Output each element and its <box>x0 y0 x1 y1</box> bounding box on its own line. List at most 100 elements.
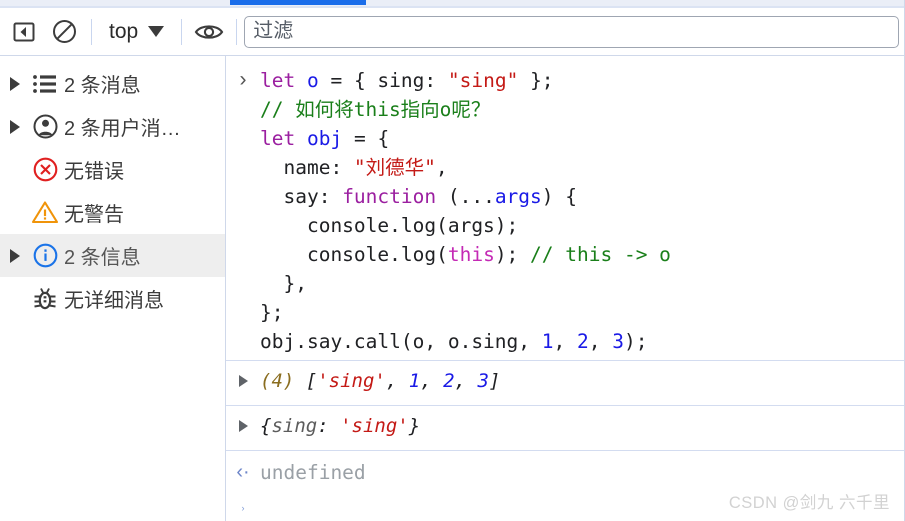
console-body: 2 条消息 2 条用户消… 无错误 无警告 2 条信息 无详细消息 › let … <box>0 56 904 521</box>
code-line: }, <box>260 269 904 298</box>
bug-icon <box>26 286 64 312</box>
return-chevron-gutter: ‹· <box>226 460 260 482</box>
sidebar-item-label: 无详细消息 <box>64 290 164 312</box>
result-token: : <box>317 415 341 437</box>
code-token: say: <box>260 185 343 208</box>
result-token: [ <box>305 370 318 392</box>
sidebar-item-label: 2 条用户消… <box>64 118 181 140</box>
triangle-right-icon <box>10 248 20 263</box>
sidebar-item-verbose[interactable]: 无详细消息 <box>0 277 225 320</box>
source-code: let o = { sing: "sing" }; // 如何将this指向o呢？… <box>260 66 904 356</box>
result-token: 'sing' <box>340 415 409 437</box>
code-line: say: function (...args) { <box>260 182 904 211</box>
console-message-list: › let o = { sing: "sing" }; // 如何将this指向o… <box>226 56 904 521</box>
expand-twisty[interactable] <box>4 76 26 91</box>
result-expand-gutter[interactable] <box>226 368 260 387</box>
triangle-right-icon <box>10 76 20 91</box>
return-chevron-icon: ‹· <box>236 461 250 483</box>
list-icon <box>26 73 64 95</box>
sidebar-toggle-icon <box>13 22 35 41</box>
sidebar-item-messages[interactable]: 2 条消息 <box>0 62 225 105</box>
result-token: } <box>408 415 421 437</box>
result-token: , <box>385 370 409 392</box>
code-token: obj <box>306 127 343 150</box>
active-tab-indicator <box>230 0 366 5</box>
code-token: 3 <box>612 330 624 353</box>
sidebar-item-label: 无错误 <box>64 161 124 183</box>
code-line: let obj = { <box>260 124 904 153</box>
return-value: undefined <box>260 461 366 484</box>
code-token: (... <box>436 185 495 208</box>
code-token: 1 <box>541 330 554 353</box>
prompt-gutter: › <box>226 504 260 513</box>
expand-twisty[interactable] <box>4 119 26 134</box>
console-sidebar: 2 条消息 2 条用户消… 无错误 无警告 2 条信息 无详细消息 <box>0 56 226 521</box>
result-token: , <box>454 370 478 392</box>
code-token: function <box>342 185 437 208</box>
code-token: console.log( <box>260 243 448 266</box>
code-token: name: <box>260 156 354 179</box>
console-return-entry: ‹· undefined <box>226 450 904 486</box>
code-token: args <box>494 185 542 208</box>
triangle-right-icon <box>10 119 20 134</box>
code-token: , <box>588 330 613 353</box>
code-token: ) { <box>541 185 578 208</box>
toolbar-divider-2 <box>181 18 183 45</box>
input-chevron-gutter: › <box>226 66 260 90</box>
filter-field-wrapper <box>244 15 904 48</box>
live-expression-button[interactable] <box>189 12 229 52</box>
sidebar-item-label: 无警告 <box>64 204 124 226</box>
devtools-console-window: top 过滤 2 条消息 2 条用户消… 无错误 无警告 2 条信息 无详细消息… <box>0 0 905 521</box>
clear-console-button[interactable] <box>44 12 84 52</box>
code-token: 2 <box>577 330 589 353</box>
sidebar-item-warnings[interactable]: 无警告 <box>0 191 225 234</box>
result-token: ] <box>488 370 501 392</box>
triangle-right-icon <box>238 420 248 432</box>
expand-twisty[interactable] <box>4 248 26 263</box>
result-token: sing <box>271 415 318 437</box>
execution-context-selector[interactable]: top <box>99 15 174 49</box>
result-value: (4) ['sing', 1, 2, 3] <box>260 368 500 394</box>
code-token: ); <box>494 243 531 266</box>
prompt-caret-icon: › <box>241 503 245 513</box>
code-token: let <box>260 127 296 150</box>
code-token: = { <box>342 127 390 150</box>
result-token: 3 <box>477 370 489 392</box>
console-results: (4) ['sing', 1, 2, 3] {sing: 'sing'} <box>226 360 904 450</box>
code-line: // 如何将this指向o呢？ <box>260 95 904 124</box>
code-token: "刘德华" <box>353 156 436 179</box>
code-token: }; <box>260 301 284 324</box>
console-input-entry: › let o = { sing: "sing" }; // 如何将this指向o… <box>226 56 904 360</box>
code-token: }, <box>260 272 307 295</box>
code-token: }; <box>518 69 554 92</box>
code-token: ); <box>623 330 648 353</box>
result-token: , <box>420 370 444 392</box>
sidebar-toggle-button[interactable] <box>4 12 44 52</box>
console-result-row[interactable]: (4) ['sing', 1, 2, 3] <box>226 360 904 405</box>
sidebar-item-errors[interactable]: 无错误 <box>0 148 225 191</box>
code-token: , <box>553 330 577 353</box>
chevron-down-icon <box>148 26 165 37</box>
info-icon <box>26 242 64 269</box>
result-expand-gutter[interactable] <box>226 413 260 432</box>
toolbar-divider-3 <box>236 18 238 45</box>
code-token: this <box>447 243 495 266</box>
result-token: 1 <box>408 370 421 392</box>
eye-icon <box>194 24 224 39</box>
code-token: , <box>435 156 448 179</box>
error-icon <box>26 156 64 183</box>
clear-console-icon <box>52 20 76 43</box>
console-result-row[interactable]: {sing: 'sing'} <box>226 405 904 450</box>
sidebar-item-info[interactable]: 2 条信息 <box>0 234 225 277</box>
filter-input[interactable] <box>244 15 899 48</box>
prompt-chevron-icon: › <box>239 68 247 91</box>
code-token: let <box>260 69 296 92</box>
code-line: name: "刘德华", <box>260 153 904 182</box>
code-line: console.log(this); // this -> o <box>260 240 904 269</box>
watermark-text: CSDN @剑九 六千里 <box>728 494 890 512</box>
sidebar-item-user-messages[interactable]: 2 条用户消… <box>0 105 225 148</box>
code-line: }; <box>260 298 904 327</box>
code-token: // this -> o <box>530 243 671 266</box>
